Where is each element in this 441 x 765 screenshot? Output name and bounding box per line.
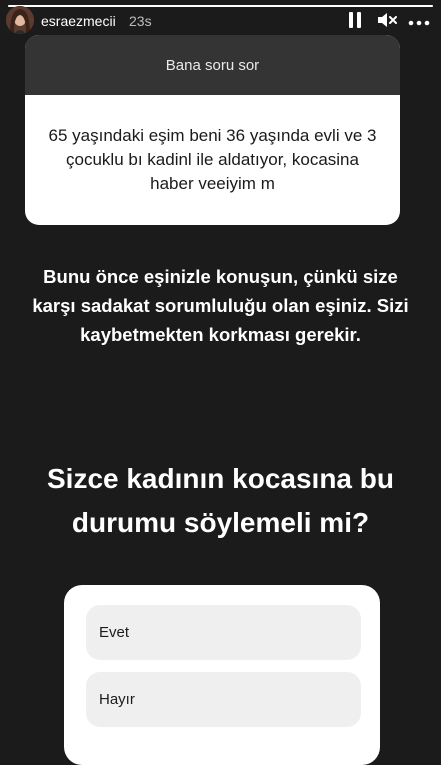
- avatar[interactable]: [6, 6, 34, 34]
- question-sticker: Bana soru sor 65 yaşındaki eşim beni 36 …: [25, 35, 400, 225]
- answer-text: Bunu önce eşinizle konuşun, çünkü size k…: [32, 266, 409, 345]
- question-text: 65 yaşındaki eşim beni 36 yaşında evli v…: [48, 126, 377, 193]
- more-options-button[interactable]: [404, 11, 434, 33]
- mute-button[interactable]: [376, 11, 398, 33]
- pause-icon: [348, 11, 362, 33]
- timestamp: 23s: [129, 13, 152, 29]
- question-sticker-header: Bana soru sor: [25, 35, 400, 95]
- poll-sticker: Evet Hayır: [64, 585, 380, 765]
- poll-question: Sizce kadının kocasına bu durumu söyleme…: [46, 463, 394, 538]
- pause-button[interactable]: [344, 11, 366, 33]
- username[interactable]: esraezmecii: [41, 13, 116, 29]
- more-horizontal-icon: [408, 13, 430, 31]
- poll-option-evet[interactable]: Evet: [86, 605, 361, 660]
- poll-option-hayir[interactable]: Hayır: [86, 672, 361, 727]
- speaker-muted-icon: [377, 12, 397, 33]
- story-header: esraezmecii 23s: [0, 3, 441, 37]
